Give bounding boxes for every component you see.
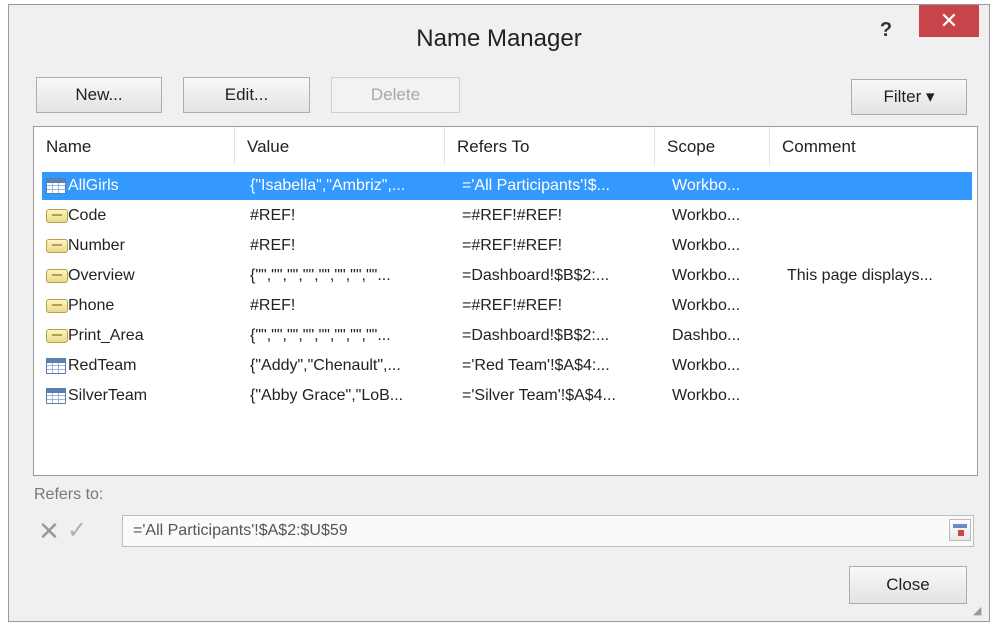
cell-value: #REF! bbox=[250, 297, 296, 314]
name-manager-dialog: Name Manager ? ✕ New... Edit... Delete F… bbox=[8, 4, 990, 622]
cell-value: {"Isabella","Ambriz",... bbox=[250, 177, 406, 194]
edit-button-label: Edit... bbox=[224, 85, 269, 104]
cell-comment bbox=[787, 292, 972, 320]
cell-value: {"Addy","Chenault",... bbox=[250, 357, 401, 374]
cell-scope: Workbo... bbox=[672, 267, 741, 284]
cell-name: Phone bbox=[68, 297, 115, 314]
new-button-label: New... bbox=[75, 85, 123, 104]
cell-refers-to: =#REF!#REF! bbox=[462, 237, 563, 254]
table-row[interactable]: Overview {"","","","","","","",""... =Dash… bbox=[42, 262, 972, 290]
names-list[interactable]: Name Value Refers To Scope Comment AllGi… bbox=[33, 126, 978, 476]
column-header-name[interactable]: Name bbox=[34, 127, 234, 165]
cell-refers-to: =#REF!#REF! bbox=[462, 297, 563, 314]
cell-scope: Workbo... bbox=[672, 237, 741, 254]
collapse-dialog-icon[interactable] bbox=[949, 519, 971, 541]
refers-to-label: Refers to: bbox=[34, 486, 104, 503]
cell-scope: Workbo... bbox=[672, 177, 741, 194]
cell-name: Overview bbox=[68, 267, 135, 284]
cell-refers-to: ='Silver Team'!$A$4... bbox=[462, 387, 616, 404]
cell-name: RedTeam bbox=[68, 357, 137, 374]
filter-dropdown-button[interactable]: Filter ▾ bbox=[851, 79, 967, 115]
new-button[interactable]: New... bbox=[36, 77, 162, 113]
cell-refers-to: =Dashboard!$B$2:... bbox=[462, 327, 610, 344]
table-icon bbox=[46, 178, 66, 194]
table-row[interactable]: AllGirls {"Isabella","Ambriz",... ='All Pa… bbox=[42, 172, 972, 200]
close-button[interactable]: Close bbox=[849, 566, 967, 604]
cancel-edit-icon[interactable]: ✕ bbox=[37, 516, 61, 546]
refers-to-value: ='All Participants'!$A$2:$U$59 bbox=[133, 522, 348, 539]
table-row[interactable]: SilverTeam {"Abby Grace","LoB... ='Silver … bbox=[42, 382, 972, 410]
table-row[interactable]: Number #REF! =#REF!#REF! Workbo... bbox=[42, 232, 972, 260]
name-tag-icon bbox=[46, 209, 68, 223]
dialog-title: Name Manager bbox=[416, 25, 582, 52]
cell-refers-to: =Dashboard!$B$2:... bbox=[462, 267, 610, 284]
table-icon bbox=[46, 388, 66, 404]
cell-name: Code bbox=[68, 207, 107, 224]
cell-scope: Workbo... bbox=[672, 357, 741, 374]
edit-button[interactable]: Edit... bbox=[183, 77, 310, 113]
column-header-value[interactable]: Value bbox=[235, 127, 444, 165]
resize-grip-icon[interactable]: ◢ bbox=[973, 605, 985, 617]
cell-refers-to: =#REF!#REF! bbox=[462, 207, 563, 224]
cell-value: {"Abby Grace","LoB... bbox=[250, 387, 404, 404]
cell-value: #REF! bbox=[250, 237, 296, 254]
table-icon bbox=[46, 358, 66, 374]
cell-scope: Workbo... bbox=[672, 207, 741, 224]
cell-name: Number bbox=[68, 237, 125, 254]
table-row[interactable]: RedTeam {"Addy","Chenault",... ='Red Team'… bbox=[42, 352, 972, 380]
cell-comment bbox=[787, 382, 972, 410]
cell-refers-to: ='All Participants'!$... bbox=[462, 177, 610, 194]
table-row[interactable]: Code #REF! =#REF!#REF! Workbo... bbox=[42, 202, 972, 230]
close-button-label: Close bbox=[886, 575, 930, 594]
filter-button-label: Filter ▾ bbox=[883, 87, 935, 106]
name-tag-icon bbox=[46, 329, 68, 343]
column-header-scope[interactable]: Scope bbox=[655, 127, 769, 165]
cell-scope: Dashbo... bbox=[672, 327, 741, 344]
table-row[interactable]: Print_Area {"","","","","","","",""... =Da… bbox=[42, 322, 972, 350]
cell-comment bbox=[787, 232, 972, 260]
cell-scope: Workbo... bbox=[672, 387, 741, 404]
name-tag-icon bbox=[46, 269, 68, 283]
cell-value: {"","","","","","","",""... bbox=[250, 327, 391, 344]
cell-value: {"","","","","","","",""... bbox=[250, 267, 391, 284]
delete-button-label: Delete bbox=[370, 85, 421, 104]
confirm-edit-icon[interactable]: ✓ bbox=[65, 516, 89, 546]
cell-comment: This page displays... bbox=[787, 267, 933, 284]
cell-name: SilverTeam bbox=[68, 387, 148, 404]
name-tag-icon bbox=[46, 239, 68, 253]
table-row[interactable]: Phone #REF! =#REF!#REF! Workbo... bbox=[42, 292, 972, 320]
help-button[interactable]: ? bbox=[873, 19, 899, 49]
title-bar[interactable]: Name Manager ? ✕ bbox=[9, 5, 989, 71]
name-tag-icon bbox=[46, 299, 68, 313]
cell-refers-to: ='Red Team'!$A$4:... bbox=[462, 357, 610, 374]
cell-scope: Workbo... bbox=[672, 297, 741, 314]
cell-comment bbox=[787, 322, 972, 350]
cell-comment bbox=[787, 352, 972, 380]
column-header-refers-to[interactable]: Refers To bbox=[445, 127, 654, 165]
delete-button[interactable]: Delete bbox=[331, 77, 460, 113]
cell-name: Print_Area bbox=[68, 327, 144, 344]
cell-comment bbox=[787, 172, 972, 200]
column-header-comment[interactable]: Comment bbox=[770, 127, 970, 165]
window-close-button[interactable]: ✕ bbox=[919, 5, 979, 37]
cell-value: #REF! bbox=[250, 207, 296, 224]
cell-name: AllGirls bbox=[68, 177, 119, 194]
refers-to-input[interactable]: ='All Participants'!$A$2:$U$59 bbox=[122, 515, 974, 547]
cell-comment bbox=[787, 202, 972, 230]
